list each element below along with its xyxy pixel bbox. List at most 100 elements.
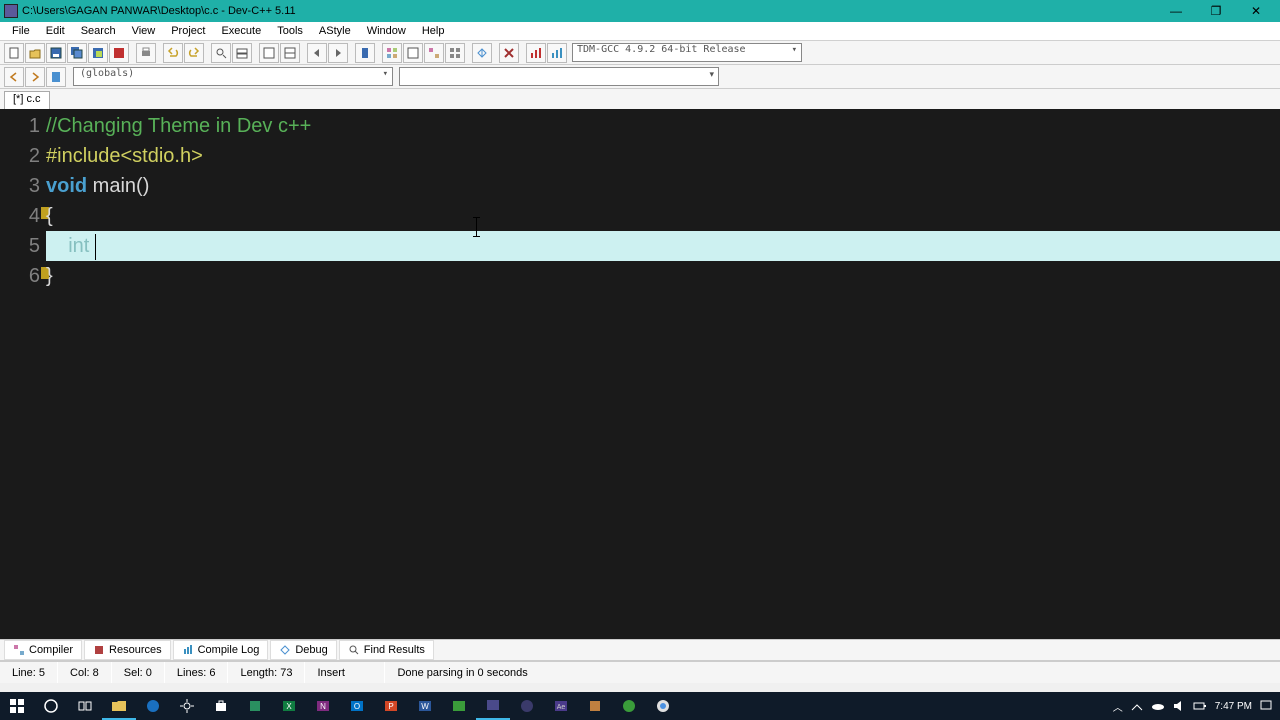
menu-execute[interactable]: Execute <box>213 23 269 39</box>
open-button[interactable] <box>25 43 45 63</box>
menu-view[interactable]: View <box>124 23 164 39</box>
code-editor[interactable]: 1 2 3 4 5 6 //Changing Theme in Dev c++ … <box>0 109 1280 639</box>
menu-help[interactable]: Help <box>414 23 453 39</box>
goto-next-button[interactable] <box>25 67 45 87</box>
status-mode: Insert <box>305 662 385 683</box>
compile-run-button[interactable] <box>424 43 444 63</box>
compiler-select[interactable]: TDM-GCC 4.9.2 64-bit Release <box>572 43 802 62</box>
tab-label: Debug <box>295 644 327 656</box>
bottom-panel-tabs: Compiler Resources Compile Log Debug Fin… <box>0 639 1280 661</box>
rebuild-button[interactable] <box>445 43 465 63</box>
redo-button[interactable] <box>184 43 204 63</box>
tray-network-icon[interactable] <box>1131 700 1143 712</box>
globe-taskbar-icon[interactable] <box>612 692 646 720</box>
tab-compiler[interactable]: Compiler <box>4 640 82 660</box>
app-icon <box>4 4 18 18</box>
cortana-button[interactable] <box>34 692 68 720</box>
code-area[interactable]: //Changing Theme in Dev c++ #include<std… <box>46 109 1280 639</box>
app-taskbar-icon[interactable] <box>238 692 272 720</box>
stop-button[interactable] <box>499 43 519 63</box>
gutter-line: 2 <box>0 141 40 171</box>
aftereffects-taskbar-icon[interactable]: Ae <box>544 692 578 720</box>
status-sel: Sel: 0 <box>112 662 165 683</box>
code-text: { <box>46 205 53 227</box>
close-file-button[interactable] <box>109 43 129 63</box>
eclipse-taskbar-icon[interactable] <box>510 692 544 720</box>
onenote-taskbar-icon[interactable]: N <box>306 692 340 720</box>
menu-search[interactable]: Search <box>73 23 124 39</box>
tray-clock[interactable]: 7:47 PM <box>1215 701 1252 712</box>
tab-compile-log[interactable]: Compile Log <box>173 640 269 660</box>
back-button[interactable] <box>307 43 327 63</box>
tab-debug[interactable]: Debug <box>270 640 336 660</box>
goto-prev-button[interactable] <box>4 67 24 87</box>
tab-label: Find Results <box>364 644 425 656</box>
find-icon <box>348 644 360 656</box>
bookmark-button[interactable] <box>355 43 375 63</box>
tab-label: Resources <box>109 644 162 656</box>
code-text <box>46 235 68 257</box>
run-button[interactable] <box>403 43 423 63</box>
save-button[interactable] <box>46 43 66 63</box>
forward-button[interactable] <box>328 43 348 63</box>
menu-tools[interactable]: Tools <box>269 23 311 39</box>
app2-taskbar-icon[interactable] <box>578 692 612 720</box>
debug-button[interactable] <box>472 43 492 63</box>
save-as-button[interactable] <box>88 43 108 63</box>
caret-icon <box>95 234 96 260</box>
svg-text:W: W <box>421 702 429 711</box>
code-text: main() <box>87 175 149 197</box>
devcpp-taskbar-icon[interactable] <box>476 692 510 720</box>
new-file-button[interactable] <box>4 43 24 63</box>
tab-label: Compiler <box>29 644 73 656</box>
symbol-select[interactable] <box>399 67 719 86</box>
profile-analysis-button[interactable] <box>547 43 567 63</box>
tab-find-results[interactable]: Find Results <box>339 640 434 660</box>
edge-taskbar-icon[interactable] <box>136 692 170 720</box>
tray-onedrive-icon[interactable] <box>1151 701 1165 711</box>
replace-button[interactable] <box>232 43 252 63</box>
find-next-button[interactable] <box>259 43 279 63</box>
dreamweaver-taskbar-icon[interactable] <box>442 692 476 720</box>
scope-select[interactable]: (globals) <box>73 67 393 86</box>
start-button[interactable] <box>0 692 34 720</box>
goto-button[interactable] <box>280 43 300 63</box>
maximize-button[interactable]: ❐ <box>1196 1 1236 21</box>
tray-volume-icon[interactable] <box>1173 700 1185 712</box>
tray-battery-icon[interactable] <box>1193 701 1207 711</box>
gutter-line: 1 <box>0 111 40 141</box>
close-button[interactable]: ✕ <box>1236 1 1276 21</box>
editor-tabs: [*] c.c <box>0 89 1280 109</box>
find-button[interactable] <box>211 43 231 63</box>
save-all-button[interactable] <box>67 43 87 63</box>
menu-astyle[interactable]: AStyle <box>311 23 359 39</box>
svg-text:O: O <box>354 702 360 711</box>
tab-resources[interactable]: Resources <box>84 640 171 660</box>
gutter-line: 3 <box>0 171 40 201</box>
editor-tab-cc[interactable]: [*] c.c <box>4 91 50 109</box>
menu-edit[interactable]: Edit <box>38 23 73 39</box>
menu-window[interactable]: Window <box>359 23 414 39</box>
undo-button[interactable] <box>163 43 183 63</box>
store-taskbar-icon[interactable] <box>204 692 238 720</box>
profile-button[interactable] <box>526 43 546 63</box>
outlook-taskbar-icon[interactable]: O <box>340 692 374 720</box>
word-taskbar-icon[interactable]: W <box>408 692 442 720</box>
excel-taskbar-icon[interactable]: X <box>272 692 306 720</box>
minimize-button[interactable]: — <box>1156 1 1196 21</box>
explorer-taskbar-icon[interactable] <box>102 692 136 720</box>
compile-button[interactable] <box>382 43 402 63</box>
menu-file[interactable]: File <box>4 23 38 39</box>
print-button[interactable] <box>136 43 156 63</box>
settings-taskbar-icon[interactable] <box>170 692 204 720</box>
svg-text:N: N <box>320 702 326 711</box>
code-text: //Changing Theme in Dev c++ <box>46 115 311 137</box>
menu-project[interactable]: Project <box>163 23 213 39</box>
insert-button[interactable] <box>46 67 66 87</box>
gutter-line: 6 <box>0 261 40 291</box>
tray-chevron-icon[interactable]: ︿ <box>1113 699 1123 714</box>
chrome-taskbar-icon[interactable] <box>646 692 680 720</box>
task-view-button[interactable] <box>68 692 102 720</box>
powerpoint-taskbar-icon[interactable]: P <box>374 692 408 720</box>
tray-notification-icon[interactable] <box>1260 700 1272 712</box>
